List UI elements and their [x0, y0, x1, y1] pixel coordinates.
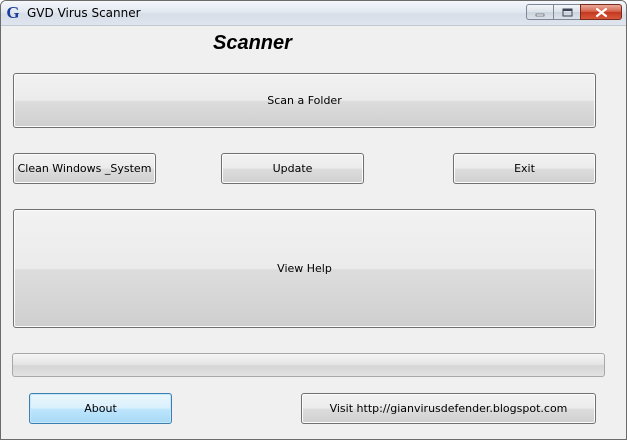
app-window: G GVD Virus Scanner Scanner Scan a Folde…	[0, 0, 627, 440]
close-icon	[595, 7, 608, 18]
title-bar[interactable]: G GVD Virus Scanner	[1, 1, 626, 26]
window-title: GVD Virus Scanner	[27, 6, 141, 20]
maximize-button[interactable]	[553, 4, 580, 20]
view-help-button[interactable]: View Help	[13, 209, 596, 328]
minimize-button[interactable]	[526, 4, 553, 20]
window-controls	[526, 4, 622, 21]
minimize-icon	[535, 13, 545, 17]
page-title: Scanner	[213, 32, 292, 54]
clean-system-button[interactable]: Clean Windows _System	[13, 153, 156, 184]
maximize-icon	[562, 8, 573, 17]
close-button[interactable]	[580, 4, 622, 20]
app-logo-icon: G	[6, 3, 20, 22]
scan-folder-button[interactable]: Scan a Folder	[13, 73, 596, 128]
exit-button[interactable]: Exit	[453, 153, 596, 184]
visit-website-button[interactable]: Visit http://gianvirusdefender.blogspot.…	[301, 393, 596, 424]
about-button[interactable]: About	[29, 393, 172, 424]
update-button[interactable]: Update	[221, 153, 364, 184]
scan-progress-bar	[12, 353, 605, 377]
